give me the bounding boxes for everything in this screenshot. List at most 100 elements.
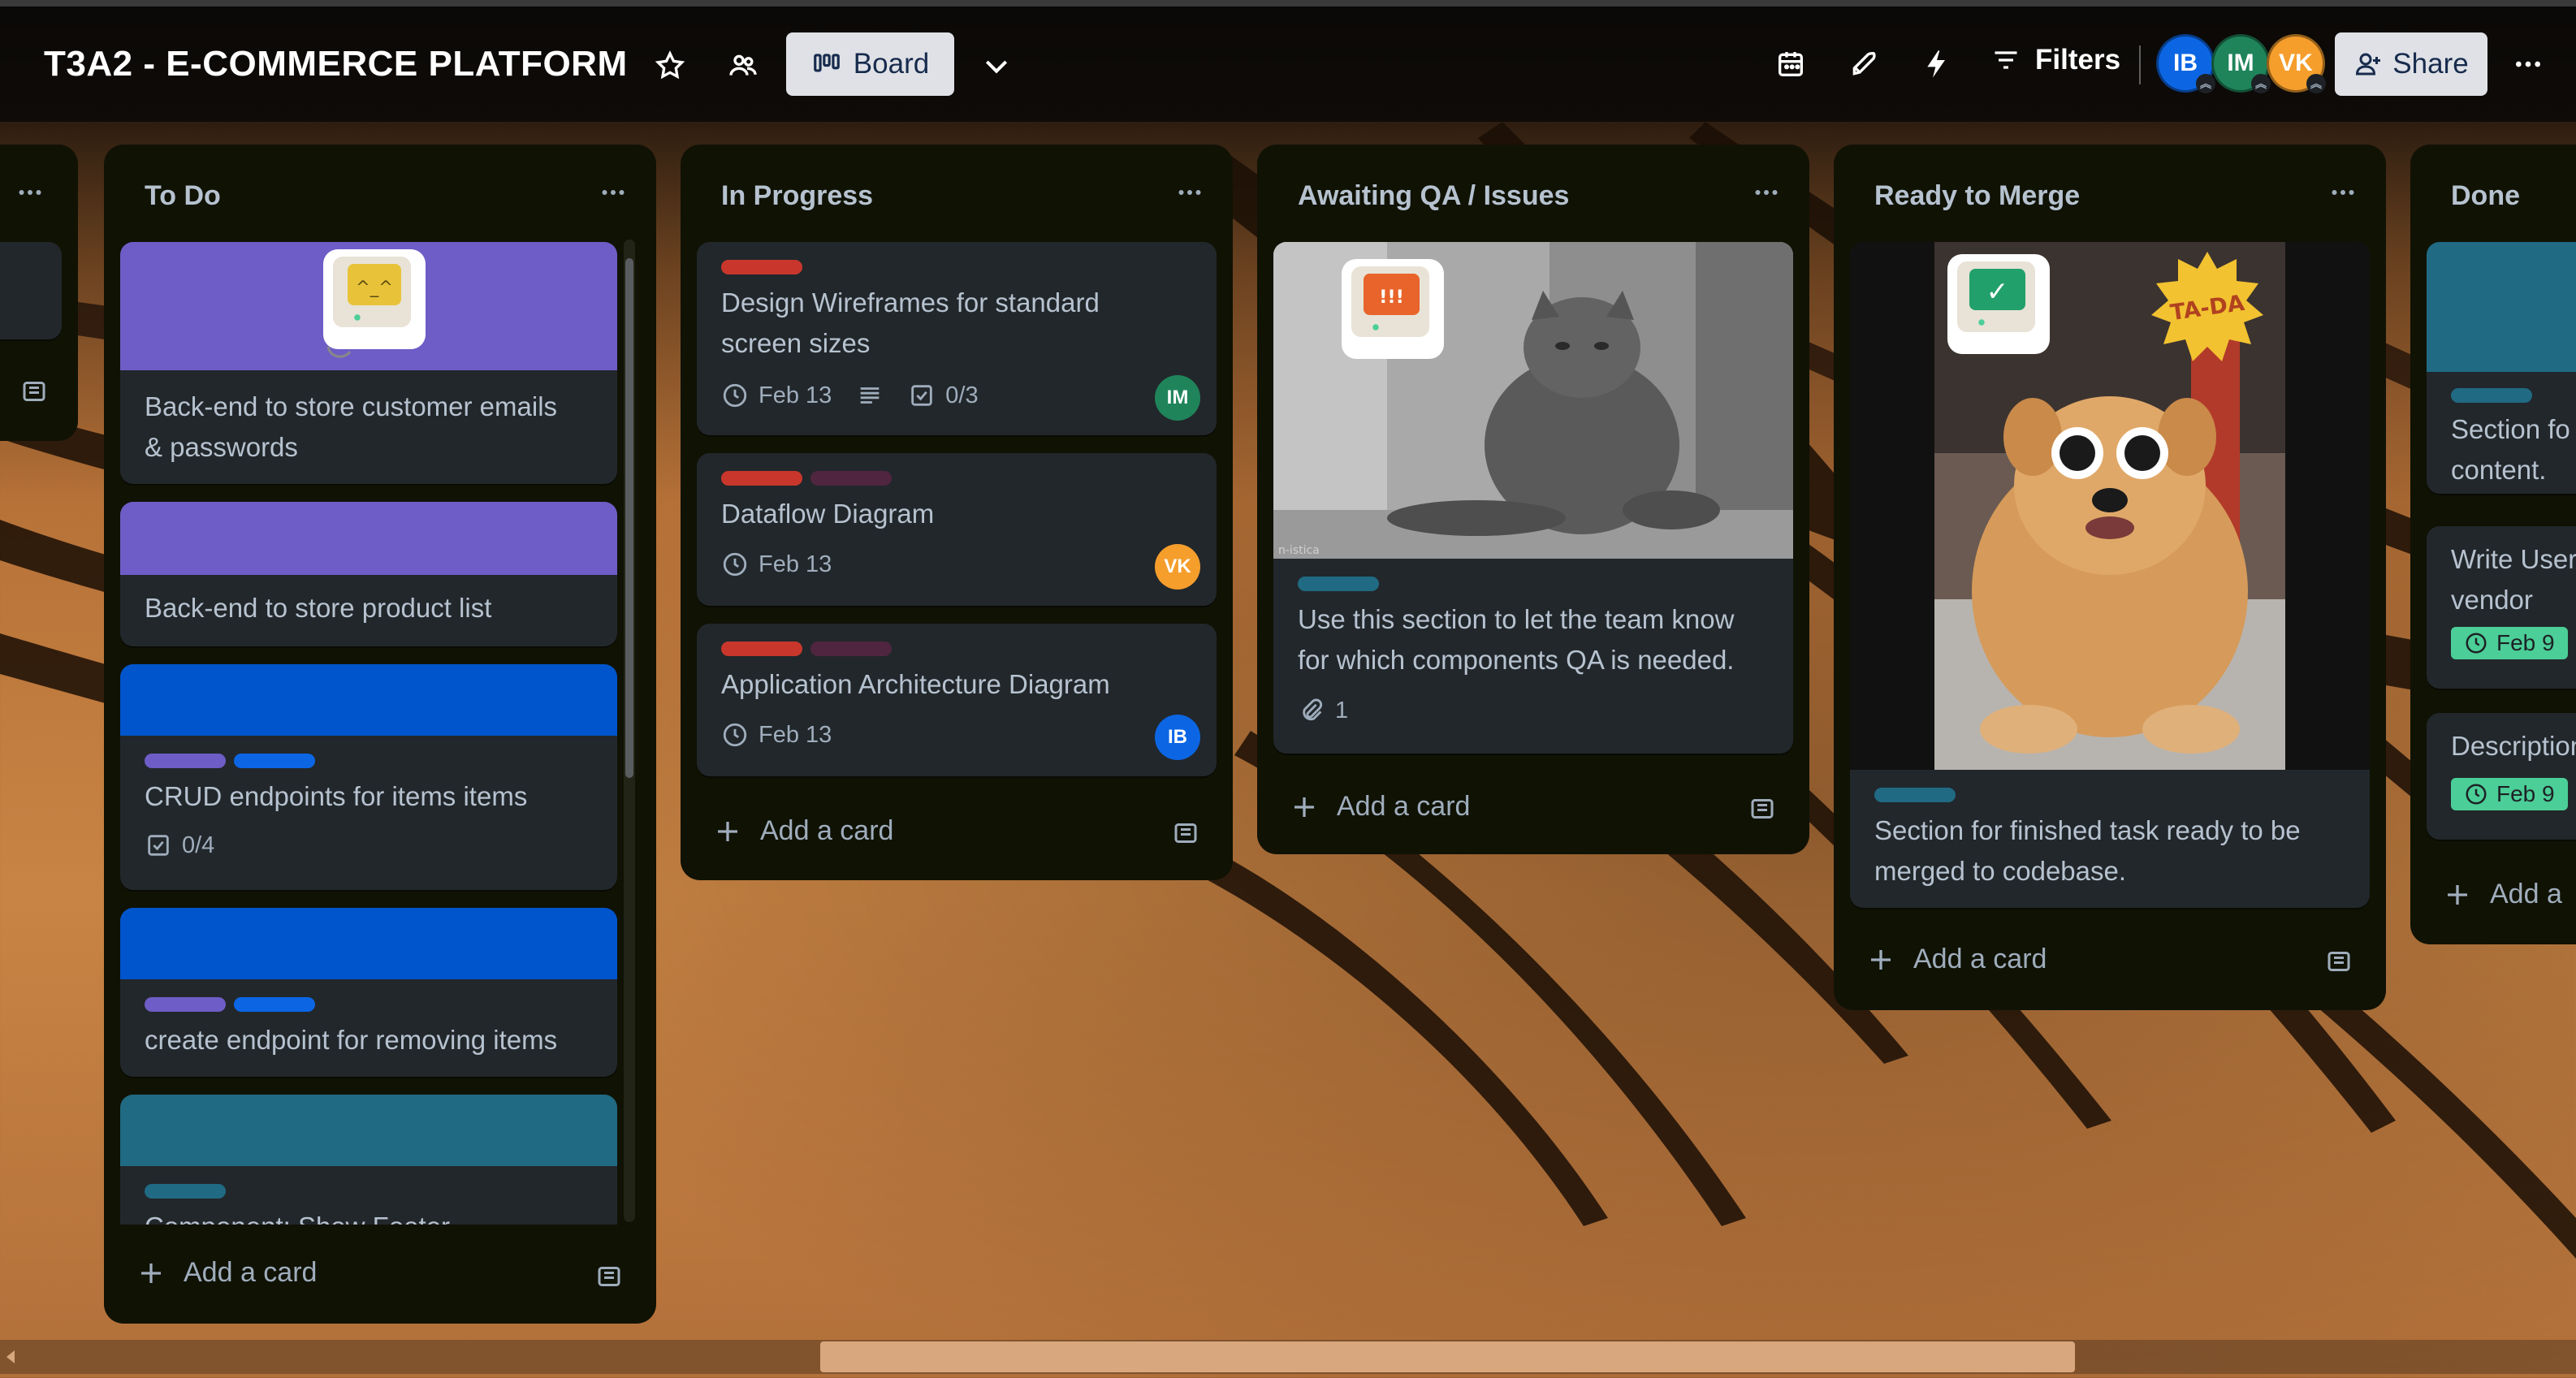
card-badges: Feb 9 <box>2451 778 2568 810</box>
card-labels <box>2451 388 2532 403</box>
template-icon[interactable] <box>2324 947 2353 976</box>
card-item[interactable]: ^_^ Back-end to store customer emails & … <box>120 242 617 484</box>
list-partial-left <box>0 145 78 441</box>
clock-icon <box>2466 784 2487 805</box>
card-partial[interactable] <box>0 242 62 339</box>
card-member-avatar[interactable]: IM <box>1155 375 1200 421</box>
list-title[interactable]: Awaiting QA / Issues <box>1298 180 1569 212</box>
list-scrollbar-thumb[interactable] <box>625 258 633 778</box>
template-icon[interactable] <box>19 377 49 406</box>
template-icon[interactable] <box>1171 819 1200 848</box>
card-item[interactable]: CRUD endpoints for items items 0/4 <box>120 664 617 890</box>
list-title[interactable]: In Progress <box>721 180 873 212</box>
due-date-badge[interactable]: Feb 13 <box>721 551 832 578</box>
list-menu-icon[interactable] <box>1748 174 1785 211</box>
card-title-line: Section for finished task ready to be <box>1874 815 2301 845</box>
sticker-text: !!! <box>1379 287 1404 308</box>
template-icon[interactable] <box>594 1262 624 1291</box>
clock-icon <box>723 723 747 747</box>
due-date-badge[interactable]: Feb 13 <box>721 721 832 749</box>
card-item[interactable]: ✓ TA-DA Section for finished task ready … <box>1850 242 2370 908</box>
add-card-button[interactable]: Add a <box>2443 879 2562 910</box>
add-card-button[interactable]: Add a card <box>1866 944 2047 975</box>
card-item[interactable]: n-istica !!! Use this section to let the… <box>1273 242 1793 754</box>
list-menu-icon[interactable] <box>2324 174 2362 211</box>
list-title[interactable]: To Do <box>145 180 221 212</box>
card-badges: 1 <box>1298 697 1348 724</box>
list-title[interactable]: Ready to Merge <box>1874 180 2080 212</box>
list-title[interactable]: Done <box>2451 180 2520 212</box>
member-avatar-im[interactable]: IM ︽ <box>2211 34 2271 93</box>
header-divider <box>2139 45 2141 84</box>
card-title-line: Section fo <box>2451 414 2570 444</box>
card-item[interactable]: Application Architecture Diagram Feb 13 … <box>697 624 1217 776</box>
list-menu-icon[interactable] <box>1171 174 1208 211</box>
due-date-complete-badge[interactable]: Feb 9 <box>2451 627 2568 659</box>
checklist-icon <box>148 835 169 856</box>
scroll-left-arrow-icon[interactable] <box>3 1348 19 1366</box>
card-item[interactable]: Design Wireframes for standard screen si… <box>697 242 1217 435</box>
workspace-visibility-icon[interactable] <box>723 45 763 86</box>
card-cover <box>120 664 617 736</box>
board-scrollbar-thumb[interactable] <box>820 1341 2075 1372</box>
star-icon[interactable] <box>650 45 690 86</box>
card-title-line: merged to codebase. <box>1874 856 2127 886</box>
card-title: Description <box>2451 731 2576 761</box>
card-member-avatar[interactable]: VK <box>1155 544 1200 590</box>
filters-button[interactable]: Filters <box>1991 44 2120 76</box>
more-menu-icon[interactable] <box>2505 44 2551 84</box>
due-date-complete-badge[interactable]: Feb 9 <box>2451 778 2568 810</box>
card-item[interactable]: Write User vendor Feb 9 <box>2427 526 2576 689</box>
card-item[interactable]: Section fo content. <box>2427 242 2576 494</box>
card-title: Application Architecture Diagram <box>721 669 1110 699</box>
card-item[interactable]: Description Feb 9 <box>2427 713 2576 840</box>
clock-icon <box>723 552 747 577</box>
chevron-down-icon[interactable] <box>976 45 1017 86</box>
card-item[interactable]: Dataflow Diagram Feb 13 VK <box>697 453 1217 606</box>
plus-icon <box>1871 949 1891 970</box>
card-item[interactable]: Component: Show Footer <box>120 1095 617 1225</box>
board-view-button[interactable]: Board <box>786 32 954 96</box>
add-card-label: Add a <box>2490 879 2562 909</box>
checklist-badge: 0/4 <box>145 832 214 859</box>
label-maroon <box>810 641 892 656</box>
add-card-label: Add a card <box>1913 944 2047 974</box>
list-in-progress: In Progress Design Wireframes for standa… <box>681 145 1233 880</box>
add-card-button[interactable]: Add a card <box>1290 791 1470 823</box>
label-red <box>721 471 802 486</box>
card-item[interactable]: Back-end to store product list <box>120 502 617 646</box>
calendar-power-up-icon[interactable] <box>1770 44 1811 84</box>
avatar-initials: IB <box>2173 50 2198 76</box>
add-card-button[interactable]: Add a card <box>136 1257 317 1289</box>
card-member-avatar[interactable]: IB <box>1155 715 1200 760</box>
clock-icon <box>2466 633 2487 654</box>
template-icon[interactable] <box>1748 794 1777 823</box>
label-teal <box>2451 388 2532 403</box>
filter-icon <box>1995 51 2017 69</box>
rocket-power-ups-icon[interactable] <box>1843 44 1884 84</box>
card-labels <box>721 641 892 656</box>
board-title[interactable]: T3A2 - E-COMMERCE PLATFORM <box>44 44 628 84</box>
description-icon <box>860 387 880 404</box>
card-cover <box>120 1095 617 1166</box>
add-member-icon <box>2356 53 2381 76</box>
card-title-line: screen sizes <box>721 328 871 358</box>
lightning-automation-icon[interactable] <box>1917 44 1957 84</box>
card-title-line: Back-end to store customer emails <box>145 391 558 421</box>
admin-chevron-icon: ︽ <box>2306 74 2326 93</box>
label-maroon <box>810 471 892 486</box>
share-button[interactable]: Share <box>2335 32 2487 96</box>
due-date-badge[interactable]: Feb 13 <box>721 382 832 409</box>
add-card-button[interactable]: Add a card <box>713 815 893 847</box>
card-labels <box>721 260 802 274</box>
plus-icon <box>718 821 737 841</box>
member-avatar-ib[interactable]: IB ︽ <box>2156 34 2215 93</box>
list-menu-icon[interactable] <box>11 174 49 211</box>
tada-sticker: TA-DA <box>2151 252 2263 361</box>
list-menu-icon[interactable] <box>594 174 632 211</box>
card-item[interactable]: create endpoint for removing items <box>120 908 617 1077</box>
member-avatar-vk[interactable]: VK ︽ <box>2267 34 2326 93</box>
plus-icon <box>2448 884 2467 905</box>
card-title: Write User vendor <box>2451 539 2576 620</box>
card-badges: 0/4 <box>145 832 214 859</box>
